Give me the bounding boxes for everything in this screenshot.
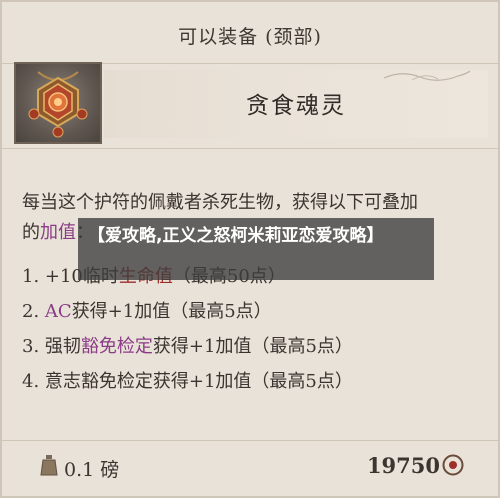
item-icon-frame[interactable] [14,62,102,144]
saving-throw-keyword-link[interactable]: 豁免检定 [81,336,153,357]
coin-icon [442,454,464,476]
item-weight: 0.1 磅 [64,459,120,481]
description-prefix: 的 [22,222,40,243]
amulet-icon [28,71,88,138]
bonus-item-will: 4. 意志豁免检定获得+1加值（最高5点） [22,371,353,392]
ornament-flourish-icon [383,70,471,81]
item-footer: 0.1 磅 19750 [2,442,498,498]
item-price: 19750 [366,453,440,478]
bonus-list: 1. +10临时生命值（最高50点） 2. AC获得+1加值（最高5点） 3. … [22,260,482,400]
equip-slot-title: 可以装备 (颈部) [178,26,322,48]
ac-keyword-link[interactable]: AC [45,301,72,322]
watermark-caption-overlay: 【爱攻略,正义之怒柯米莉亚恋爱攻略】 [78,218,434,280]
description-line-1: 每当这个护符的佩戴者杀死生物，获得以下可叠加 [22,192,418,213]
footer-divider [2,440,498,441]
weight-icon [40,455,58,476]
bonus-item-fortitude: 3. 强韧豁免检定获得+1加值（最高5点） [22,336,353,357]
equip-slot-header: 可以装备 (颈部) [2,2,498,64]
bonus-item-ac: 2. AC获得+1加值（最高5点） [22,301,272,322]
section-divider [2,148,498,149]
bonus-keyword-link[interactable]: 加值 [40,222,76,243]
item-name: 贪食魂灵 [246,93,346,119]
watermark-caption-text: 【爱攻略,正义之怒柯米莉亚恋爱攻略】 [88,226,384,246]
